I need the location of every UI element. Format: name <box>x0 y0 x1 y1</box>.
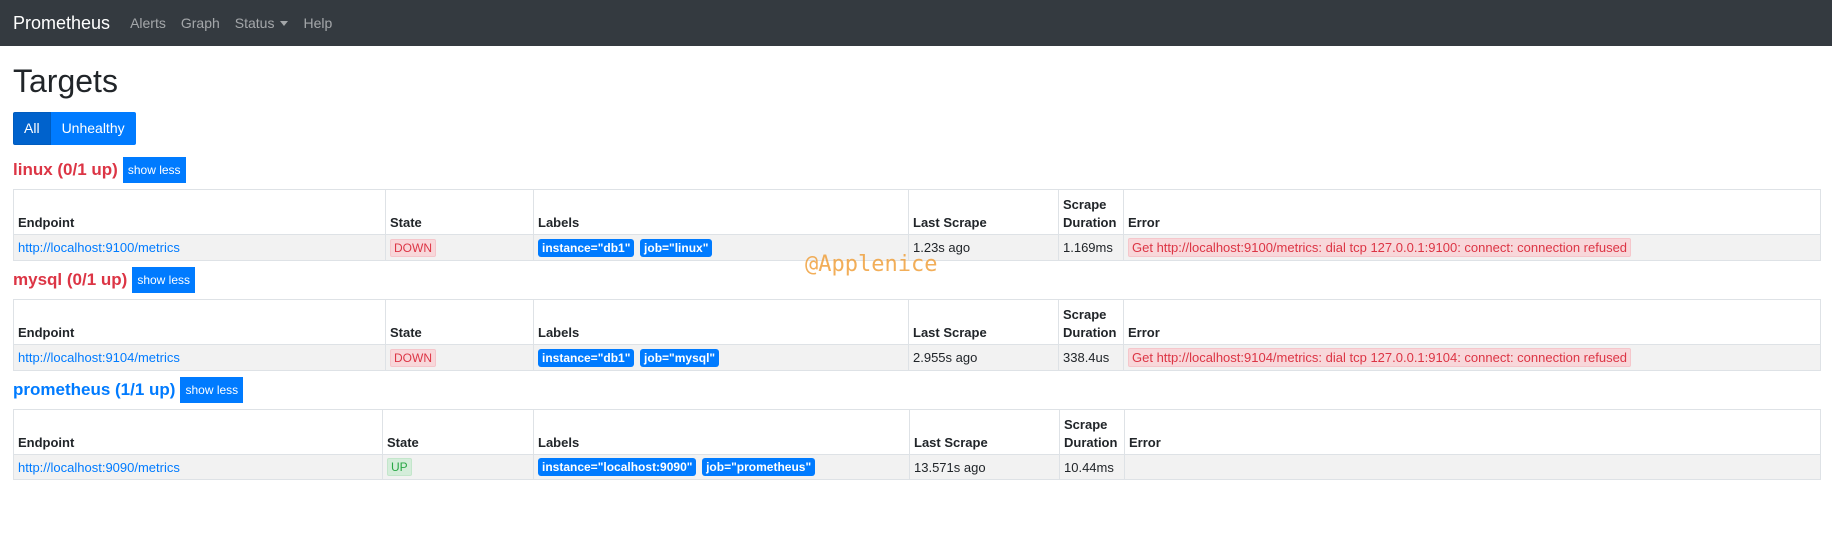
section-header-prometheus: prometheus (1/1 up) show less <box>13 377 1819 404</box>
label-badge-instance: instance="db1" <box>538 348 635 367</box>
col-scrape-duration-line1: Scrape <box>1064 417 1108 433</box>
last-scrape-value: 13.571s ago <box>909 454 1060 481</box>
state-badge: DOWN <box>390 348 436 367</box>
navbar: Prometheus Alerts Graph Status Help <box>0 0 1832 46</box>
targets-table-mysql: Endpoint State Labels Last Scrape Scrape… <box>13 299 1821 372</box>
error-badge: Get http://localhost:9100/metrics: dial … <box>1128 238 1632 258</box>
col-state: State <box>385 299 534 346</box>
col-endpoint: Endpoint <box>13 299 386 346</box>
table-header-row: Endpoint State Labels Last Scrape Scrape… <box>13 409 1821 456</box>
show-less-button-linux[interactable]: show less <box>122 157 186 184</box>
filter-unhealthy-button[interactable]: Unhealthy <box>50 112 136 146</box>
table-row: http://localhost:9090/metrics UP instanc… <box>13 454 1821 481</box>
error-badge: Get http://localhost:9104/metrics: dial … <box>1128 348 1632 368</box>
nav-help[interactable]: Help <box>303 15 332 31</box>
col-error: Error <box>1123 189 1821 236</box>
nav-status-dropdown[interactable]: Status <box>235 15 289 31</box>
watermark-text: @Applenice <box>805 252 938 277</box>
col-labels: Labels <box>533 189 909 236</box>
label-badge-job: job="prometheus" <box>702 458 816 477</box>
table-header-row: Endpoint State Labels Last Scrape Scrape… <box>13 299 1821 346</box>
show-less-button-mysql[interactable]: show less <box>132 267 195 294</box>
col-last-scrape: Last Scrape <box>908 299 1059 346</box>
nav-graph[interactable]: Graph <box>181 15 220 31</box>
endpoint-link[interactable]: http://localhost:9104/metrics <box>18 350 180 365</box>
col-last-scrape: Last Scrape <box>908 189 1059 236</box>
label-badge-instance: instance="localhost:9090" <box>538 458 697 477</box>
col-error: Error <box>1124 409 1821 456</box>
endpoint-link[interactable]: http://localhost:9090/metrics <box>18 460 180 475</box>
col-endpoint: Endpoint <box>13 189 386 236</box>
col-scrape-duration-line1: Scrape <box>1063 307 1107 323</box>
scrape-duration-value: 1.169ms <box>1058 234 1124 262</box>
section-title-mysql[interactable]: mysql (0/1 up) <box>13 270 127 290</box>
caret-down-icon <box>280 20 289 26</box>
col-scrape-duration-line1: Scrape <box>1063 197 1107 213</box>
filter-button-group: All Unhealthy <box>13 112 136 146</box>
col-scrape-duration-line2: Duration <box>1063 214 1117 230</box>
table-row: http://localhost:9104/metrics DOWN insta… <box>13 344 1821 372</box>
section-title-prometheus[interactable]: prometheus (1/1 up) <box>13 380 175 400</box>
col-last-scrape: Last Scrape <box>909 409 1060 456</box>
col-labels: Labels <box>533 299 909 346</box>
targets-table-linux: Endpoint State Labels Last Scrape Scrape… <box>13 189 1821 262</box>
nav-alerts[interactable]: Alerts <box>130 15 166 31</box>
col-labels: Labels <box>533 409 910 456</box>
section-header-linux: linux (0/1 up) show less <box>13 157 1819 184</box>
scrape-duration-value: 338.4us <box>1058 344 1124 372</box>
table-header-row: Endpoint State Labels Last Scrape Scrape… <box>13 189 1821 236</box>
scrape-duration-value: 10.44ms <box>1059 454 1125 481</box>
label-badge-job: job="linux" <box>640 238 713 257</box>
section-title-linux[interactable]: linux (0/1 up) <box>13 160 118 180</box>
col-error: Error <box>1123 299 1821 346</box>
state-badge: UP <box>387 458 412 477</box>
label-badge-instance: instance="db1" <box>538 238 635 257</box>
col-state: State <box>385 189 534 236</box>
last-scrape-value: 2.955s ago <box>908 344 1059 372</box>
nav-status-label: Status <box>234 15 275 31</box>
page-title: Targets <box>13 63 118 99</box>
col-scrape-duration-line2: Duration <box>1064 434 1118 450</box>
brand-link[interactable]: Prometheus <box>13 13 110 34</box>
error-cell <box>1124 454 1821 481</box>
col-scrape-duration: Scrape Duration <box>1058 299 1124 346</box>
state-badge: DOWN <box>390 238 436 257</box>
show-less-button-prometheus[interactable]: show less <box>180 377 244 404</box>
col-endpoint: Endpoint <box>13 409 383 456</box>
col-state: State <box>382 409 534 456</box>
label-badge-job: job="mysql" <box>640 348 720 367</box>
col-scrape-duration-line2: Duration <box>1063 324 1117 340</box>
filter-all-button[interactable]: All <box>13 112 51 146</box>
col-scrape-duration: Scrape Duration <box>1059 409 1125 456</box>
endpoint-link[interactable]: http://localhost:9100/metrics <box>18 240 180 255</box>
col-scrape-duration: Scrape Duration <box>1058 189 1124 236</box>
targets-table-prometheus: Endpoint State Labels Last Scrape Scrape… <box>13 409 1821 481</box>
